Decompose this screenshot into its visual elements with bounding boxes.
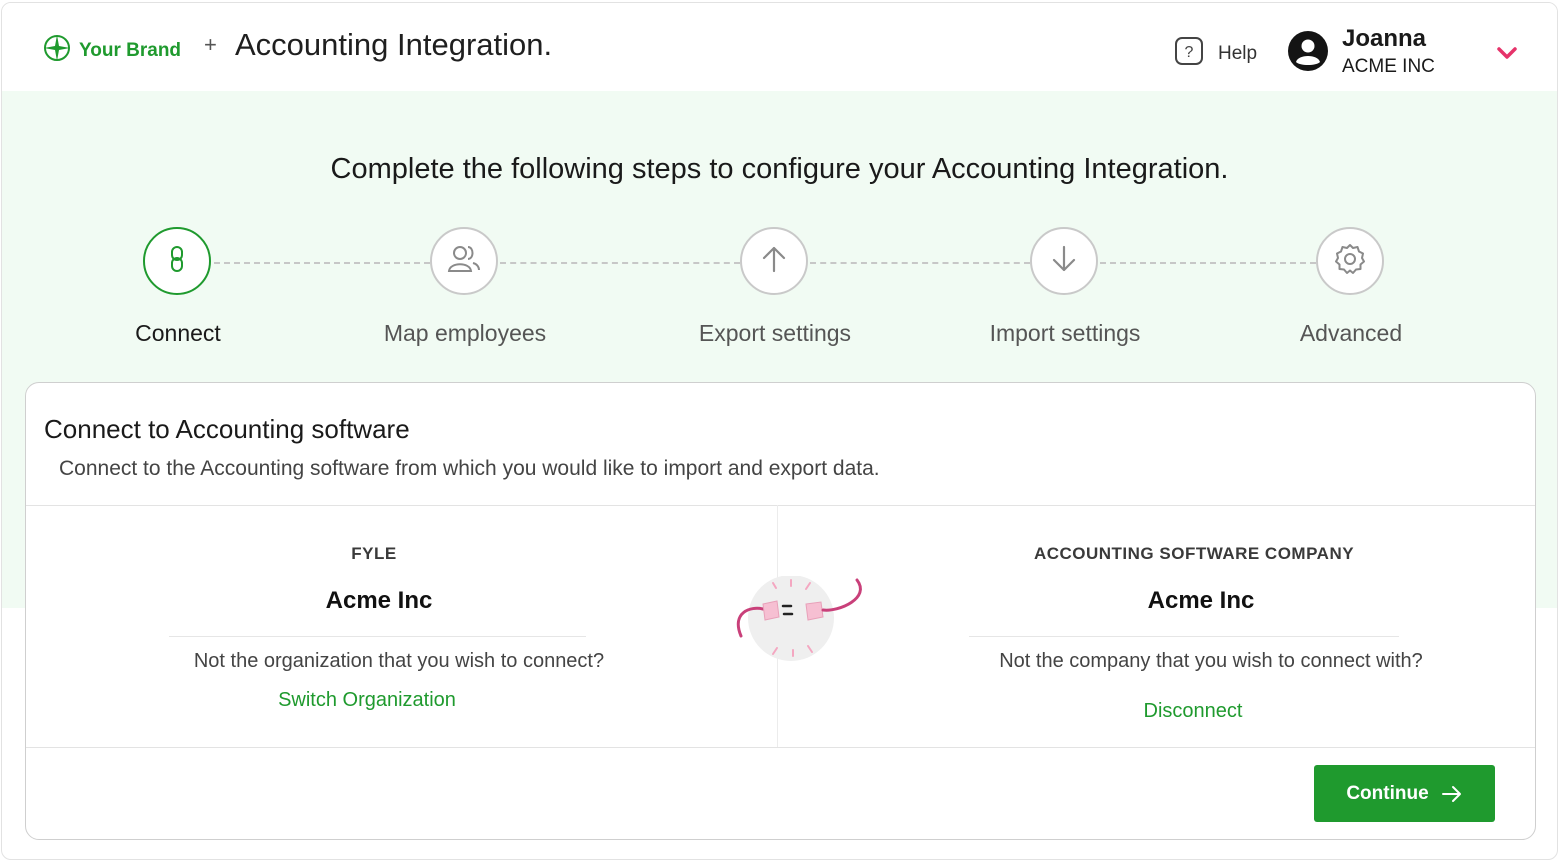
step-label-export-settings: Export settings [698,320,852,346]
step-label-map-employees: Map employees [383,320,547,346]
user-avatar-icon[interactable] [1287,30,1329,77]
steps-heading: Complete the following steps to configur… [330,153,1229,185]
users-icon [446,243,482,280]
step-import-settings[interactable] [1030,227,1098,295]
step-label-connect: Connect [135,320,221,346]
disconnect-link[interactable]: Disconnect [1043,700,1343,723]
plus-separator: + [204,32,217,57]
step-connect[interactable] [143,227,211,295]
destination-label: ACCOUNTING SOFTWARE COMPANY [1033,544,1355,563]
destination-org-name: Acme Inc [1147,587,1255,614]
user-org: ACME INC [1342,56,1435,77]
source-org-name: Acme Inc [325,587,433,614]
divider [26,747,1535,748]
plug-connection-icon [711,575,871,671]
source-question: Not the organization that you wish to co… [193,650,605,672]
source-label: FYLE [351,544,397,563]
gear-icon [1333,242,1367,281]
brand-name: Your Brand [79,39,182,61]
link-icon [162,244,192,279]
brand-logo-icon [42,33,72,68]
user-name: Joanna [1342,25,1427,52]
card-title: Connect to Accounting software [44,414,410,444]
step-connector [810,262,1030,264]
step-advanced[interactable] [1316,227,1384,295]
help-label: Help [1218,42,1258,64]
divider [26,505,1535,506]
page-title: Accounting Integration. [235,27,553,62]
continue-button[interactable]: Continue [1314,765,1495,822]
connect-card: Connect to Accounting software Connect t… [25,382,1536,840]
step-connector [214,262,430,264]
brand[interactable]: Your Brand [42,33,181,68]
chevron-down-icon[interactable] [1496,46,1518,67]
switch-organization-link[interactable]: Switch Organization [217,689,517,712]
arrow-up-icon [758,243,790,280]
step-connector [500,262,740,264]
arrow-right-icon [1441,785,1463,803]
step-label-import-settings: Import settings [989,320,1141,346]
help-button[interactable]: ? Help [1174,36,1257,71]
step-export-settings[interactable] [740,227,808,295]
svg-text:?: ? [1185,44,1194,61]
step-label-advanced: Advanced [1299,320,1403,346]
divider [969,636,1399,637]
continue-label: Continue [1346,782,1429,804]
app-window: Your Brand + Accounting Integration. ? H… [1,2,1558,860]
destination-question: Not the company that you wish to connect… [999,650,1423,672]
header: Your Brand + Accounting Integration. ? H… [2,3,1557,91]
step-map-employees[interactable] [430,227,498,295]
arrow-down-icon [1048,243,1080,280]
step-connector [1100,262,1316,264]
help-icon: ? [1174,36,1204,71]
card-subtitle: Connect to the Accounting software from … [59,457,880,480]
divider [169,636,586,637]
